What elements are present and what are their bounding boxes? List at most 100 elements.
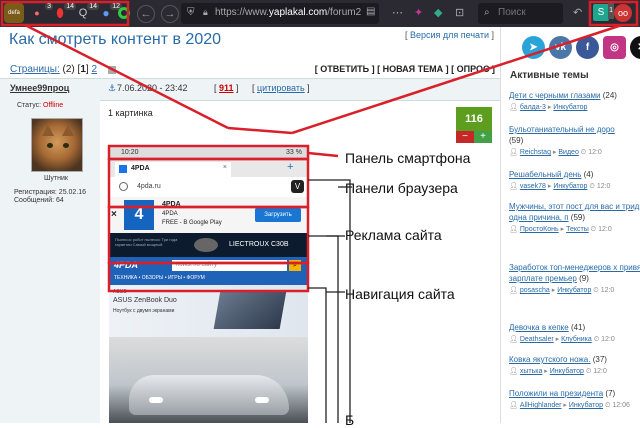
vk-icon[interactable]: vk: [549, 36, 572, 59]
facebook-icon[interactable]: f: [576, 36, 599, 59]
annotation-site-nav: Навигация сайта: [345, 286, 455, 302]
quote-link[interactable]: цитировать: [257, 83, 305, 93]
list-item: Дети с черными глазами (24) 👤︎ балда-3 ▸…: [509, 91, 617, 111]
user-link[interactable]: vasek78: [520, 183, 546, 190]
extension-icon[interactable]: ● 3: [27, 3, 53, 23]
list-item: Заработок топ-менеджеров х привязать к з…: [509, 262, 640, 296]
reader-view-icon[interactable]: ▤: [366, 6, 375, 17]
category-link[interactable]: Тексты: [566, 226, 589, 233]
pages-count: (2): [62, 64, 75, 75]
extension-icon[interactable]: ⬮ 14: [50, 3, 76, 23]
post-text: 1 картинка: [108, 108, 153, 118]
search-bar[interactable]: ⌕: [478, 3, 563, 24]
page-current: 1: [80, 64, 86, 75]
tab-list-icon[interactable]: ⊡: [455, 6, 464, 19]
social-icon[interactable]: ✕: [630, 36, 640, 59]
extension-icon[interactable]: ● 12: [96, 3, 122, 23]
tab-favicon-icon: [119, 165, 127, 173]
user-link[interactable]: Deathsaler: [520, 336, 554, 343]
vivaldi-icon: V: [291, 180, 304, 193]
extension-ring-icon[interactable]: [114, 3, 134, 23]
extension-icon[interactable]: ◆: [434, 6, 442, 19]
topic-link[interactable]: Решабельный день: [509, 170, 581, 179]
phone-banner: Пылесос робот пылесос Три года гарантии …: [109, 233, 308, 257]
phone-ad-block: × 4 4PDA 4PDA FREE - В Google Play Загру…: [109, 197, 308, 233]
category-link[interactable]: Инкубатор: [569, 402, 603, 409]
extension-badge: 1: [608, 2, 614, 19]
phone-status-bar: 10:20 33 %: [109, 147, 308, 160]
extension-icon[interactable]: ⋯: [392, 6, 403, 19]
message-count: Сообщений: 64: [14, 197, 64, 204]
rating-widget: 116 − +: [456, 107, 492, 143]
telegram-icon[interactable]: ➤: [522, 36, 545, 59]
post-id-link[interactable]: 911: [219, 83, 234, 93]
instagram-icon[interactable]: ◎: [603, 36, 626, 59]
rating-value: 116: [456, 107, 492, 131]
extension-owl-icon[interactable]: oo: [614, 4, 632, 22]
phone-tab-bar: 4PDA × +: [109, 160, 308, 177]
user-link[interactable]: ПростоКонь: [520, 226, 559, 233]
vote-down-button[interactable]: −: [456, 131, 474, 143]
category-link[interactable]: Инкубатор: [553, 104, 587, 111]
topic-link[interactable]: Положили на президента: [509, 389, 603, 398]
search-icon: ⌕: [289, 260, 301, 271]
forward-button[interactable]: →: [161, 5, 179, 23]
list-item: Положили на президента (7) 👤︎ AllHighlan…: [509, 389, 630, 409]
user-link[interactable]: AllHighlander: [520, 402, 562, 409]
user-link[interactable]: posascha: [520, 287, 550, 294]
author-panel: Статус: Offline Шутник Регистрация: 25.0…: [0, 100, 100, 423]
print-icon[interactable]: [108, 66, 116, 74]
anchor-icon[interactable]: ⚓︎: [108, 83, 116, 94]
search-icon: ⌕: [484, 7, 490, 18]
lock-icon[interactable]: 🔒︎: [203, 7, 208, 18]
author-name[interactable]: Умнее99проц: [10, 83, 69, 93]
status-line: Статус: Offline: [17, 102, 64, 109]
search-input[interactable]: [498, 7, 558, 18]
page-title: Как смотреть контент в 2020: [9, 31, 222, 48]
phone-laptop-ad: ASUS ASUS ZenBook Duo Ноутбук с двумя эк…: [109, 285, 308, 337]
extension-s-icon[interactable]: S1: [593, 2, 614, 21]
list-item: Девочка в кепке (41) 👤︎ Deathsaler ▸ Клу…: [509, 323, 615, 343]
annotation-phone-panel: Панель смартфона: [345, 150, 471, 166]
extension-icon[interactable]: ✦: [414, 6, 423, 19]
topic-actions[interactable]: [ ОТВЕТИТЬ ] [ НОВАЯ ТЕМА ] [ ОПРОС ]: [315, 64, 495, 74]
topic-link[interactable]: Ковка якутского ножа.: [509, 355, 590, 364]
info-icon: [119, 182, 128, 191]
phone-car-image: [109, 337, 308, 423]
reply-icon[interactable]: ↶: [573, 6, 582, 19]
annotation-partial: Б: [345, 412, 355, 428]
back-button[interactable]: ←: [137, 5, 155, 23]
pages-label: Страницы:: [10, 64, 60, 75]
list-item: Решабельный день (4) 👤︎ vasek78 ▸ Инкуба…: [509, 170, 611, 190]
annotation-browser-panels: Панели браузера: [345, 180, 458, 196]
topic-link[interactable]: Бульотаниательный не доро: [509, 125, 615, 134]
vote-up-button[interactable]: +: [474, 131, 492, 143]
list-item: Мужчины, этот пост для вас и тридцать и …: [509, 201, 640, 235]
sidebar: ➤ vk f ◎ ✕ Активные темы Дети с черными …: [500, 27, 640, 423]
shield-icon[interactable]: ⛨: [187, 7, 195, 18]
category-link[interactable]: Инкубатор: [557, 287, 591, 294]
phone-url-bar: 4pda.ru V: [109, 177, 308, 198]
category-link[interactable]: Клубника: [561, 336, 592, 343]
topic-link[interactable]: Девочка в кепке: [509, 323, 569, 332]
phone-tab: 4PDA ×: [115, 162, 231, 177]
registration-date: Регистрация: 25.02.16: [14, 189, 87, 196]
category-link[interactable]: Видео: [558, 149, 578, 156]
print-version-link[interactable]: [ Версия для печати ]: [405, 30, 494, 40]
avatar[interactable]: [31, 118, 83, 172]
annotation-site-ads: Реклама сайта: [345, 227, 442, 243]
extension-defa-icon[interactable]: defa: [4, 3, 24, 23]
user-link[interactable]: Reichstag: [520, 149, 551, 156]
user-link[interactable]: хытька: [520, 368, 543, 375]
sidebar-title: Активные темы: [510, 70, 589, 81]
url-bar[interactable]: ⛨ 🔒︎ https://www.yaplakal.com/forum2: [181, 3, 379, 24]
category-link[interactable]: Инкубатор: [553, 183, 587, 190]
category-link[interactable]: Инкубатор: [550, 368, 584, 375]
topic-link[interactable]: Заработок топ-менеджеров х привязать к з…: [509, 263, 640, 283]
topic-link[interactable]: Дети с черными глазами: [509, 91, 600, 100]
url-text[interactable]: https://www.yaplakal.com/forum2: [215, 7, 365, 18]
page-link[interactable]: 2: [91, 64, 97, 75]
extension-icon[interactable]: Q 14: [73, 3, 99, 23]
quote-wrap: [ цитировать ]: [252, 83, 310, 93]
user-link[interactable]: балда-3: [520, 104, 546, 111]
